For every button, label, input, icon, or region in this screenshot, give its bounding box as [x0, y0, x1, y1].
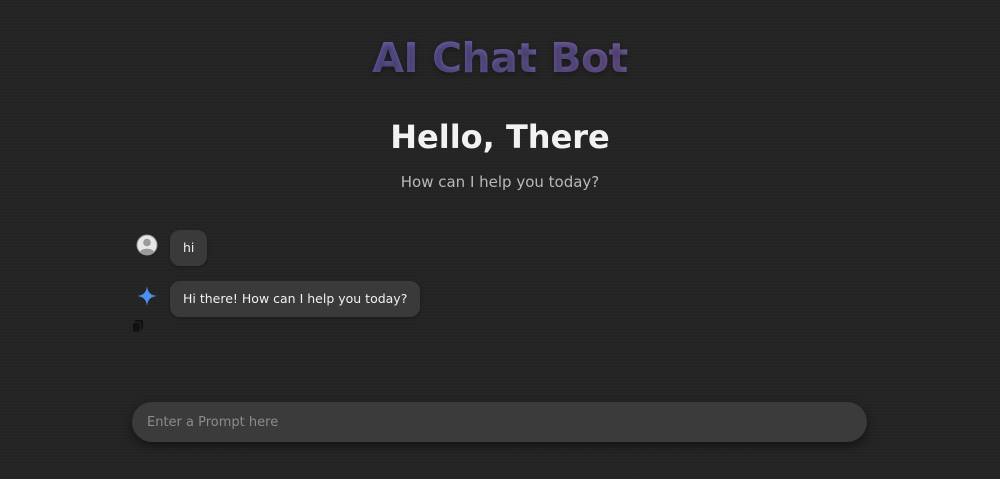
- greeting-heading: Hello, There: [390, 118, 610, 156]
- app-title: AI Chat Bot: [0, 34, 1000, 82]
- prompt-bar: [132, 402, 867, 442]
- greeting-subtitle: How can I help you today?: [400, 173, 600, 191]
- prompt-input[interactable]: [132, 402, 867, 442]
- user-message-bubble: hi: [170, 230, 208, 266]
- sparkle-icon: [137, 286, 157, 306]
- bot-message-bubble: Hi there! How can I help you today?: [170, 281, 421, 317]
- copy-icon[interactable]: [131, 319, 145, 333]
- chat-message-user: hi: [136, 230, 208, 266]
- chat-message-bot: Hi there! How can I help you today?: [136, 281, 421, 317]
- user-avatar-icon: [136, 234, 158, 256]
